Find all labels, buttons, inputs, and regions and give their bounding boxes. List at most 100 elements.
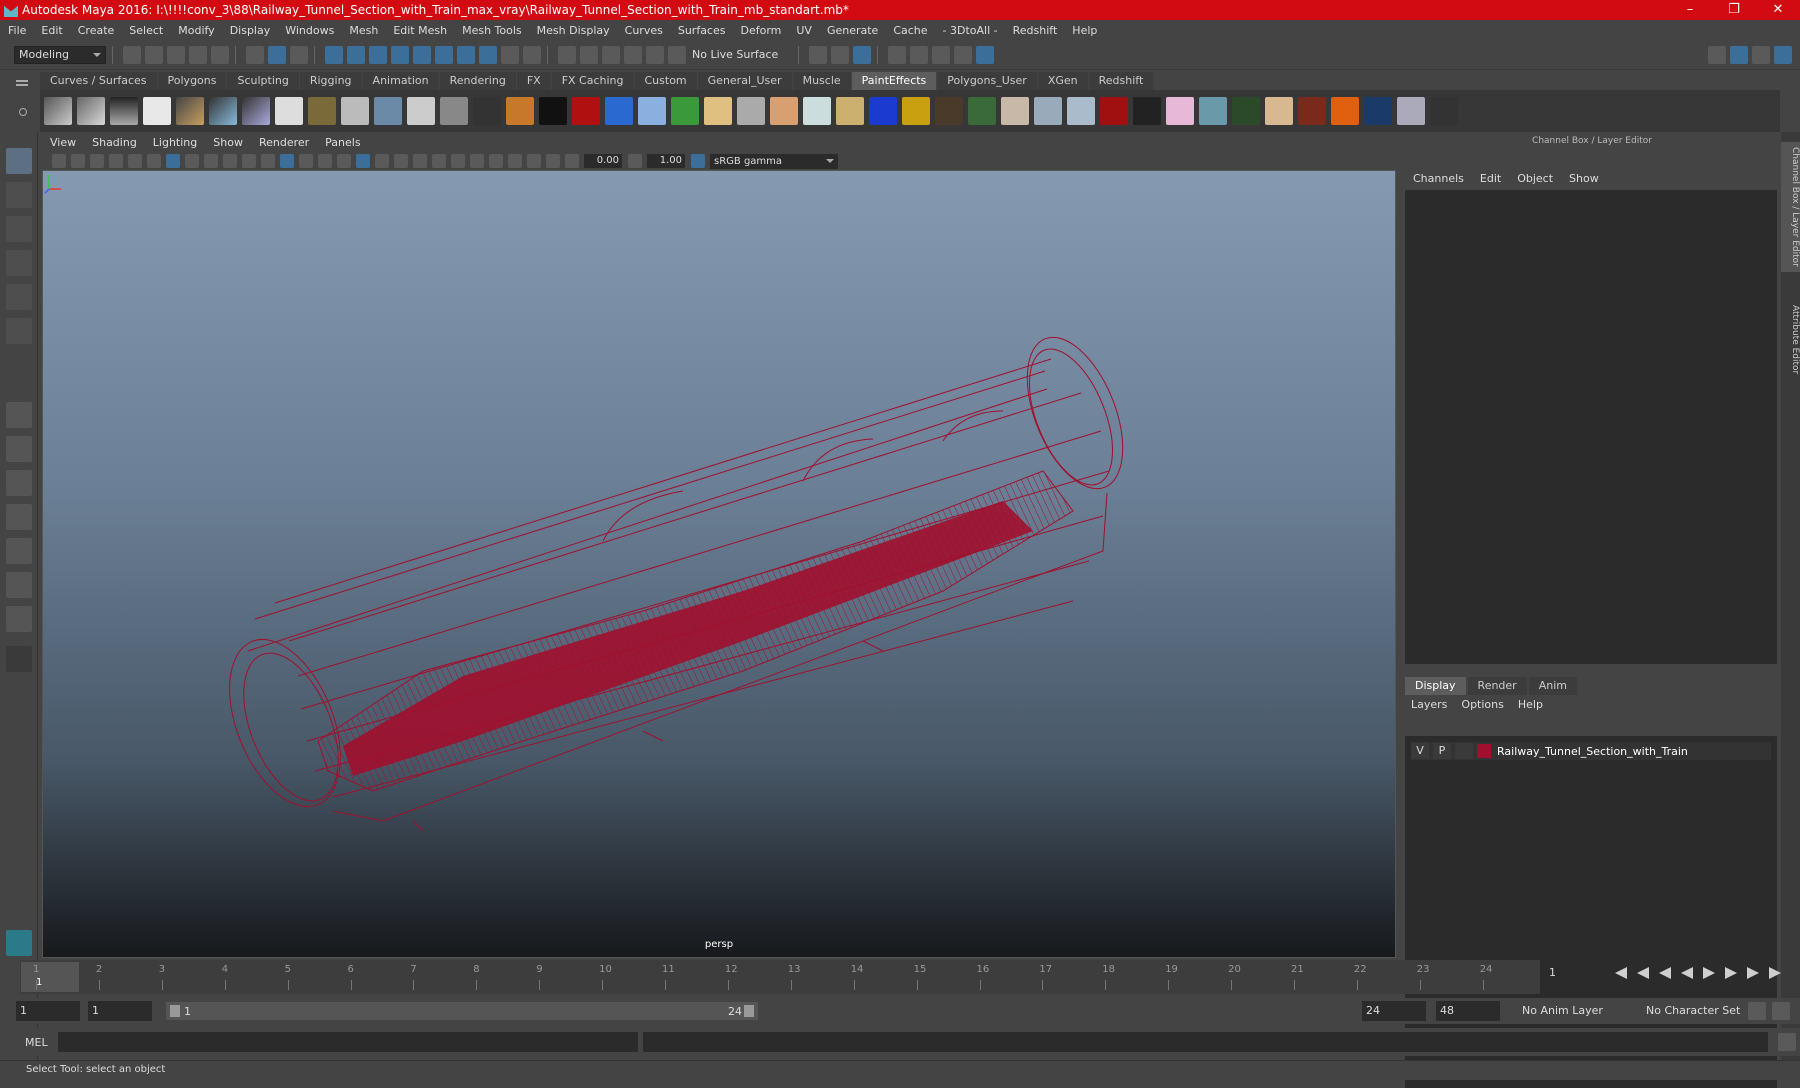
input-ops-icon[interactable] — [809, 45, 827, 64]
menu-select[interactable]: Select — [129, 24, 163, 37]
play-forward-icon[interactable] — [1703, 967, 1715, 979]
brush-leaf-red-icon[interactable] — [1100, 97, 1128, 125]
vp-menu-renderer[interactable]: Renderer — [259, 136, 309, 149]
anim-prefs-icon[interactable] — [1772, 1002, 1790, 1020]
shelf-options[interactable] — [0, 70, 40, 132]
tab-render[interactable]: Render — [1467, 677, 1527, 695]
lock-icon[interactable] — [501, 45, 519, 64]
layout-menu-icon[interactable] — [6, 646, 32, 672]
brush-grass-icon[interactable] — [968, 97, 996, 125]
xray-components-icon[interactable] — [546, 154, 560, 168]
motion-blur-icon[interactable] — [432, 154, 446, 168]
output-ops-icon[interactable] — [831, 45, 849, 64]
shadows-icon[interactable] — [394, 154, 408, 168]
menu-cache[interactable]: Cache — [893, 24, 927, 37]
snap-grid-icon[interactable] — [558, 45, 576, 64]
vp-menu-panels[interactable]: Panels — [325, 136, 360, 149]
save-scene-icon[interactable] — [167, 45, 185, 64]
cb-menu-edit[interactable]: Edit — [1480, 172, 1501, 188]
range-end-handle[interactable] — [744, 1005, 754, 1017]
go-to-start-icon[interactable] — [1615, 967, 1627, 979]
view-transform-select[interactable]: sRGB gamma — [710, 153, 838, 169]
color-management-icon[interactable] — [691, 154, 705, 168]
script-language-label[interactable]: MEL — [25, 1036, 48, 1049]
hypershade-icon[interactable] — [976, 45, 994, 64]
field-chart-icon[interactable] — [242, 154, 256, 168]
brush-plant-icon[interactable] — [1232, 97, 1260, 125]
le-menu-layers[interactable]: Layers — [1411, 698, 1447, 711]
tab-rendering[interactable]: Rendering — [439, 72, 516, 90]
resolution-gate-icon[interactable] — [204, 154, 218, 168]
character-set-select[interactable]: No Character Set — [1642, 1001, 1742, 1021]
select-object-icon[interactable] — [268, 45, 286, 64]
menu-3dtoall[interactable]: - 3DtoAll - — [943, 24, 998, 37]
construction-history-icon[interactable] — [853, 45, 871, 64]
wireframe-on-shaded-icon[interactable] — [337, 154, 351, 168]
select-by-misc-icon[interactable] — [479, 45, 497, 64]
current-frame-marker[interactable] — [21, 962, 79, 992]
range-slider[interactable]: 1 24 — [166, 1002, 758, 1020]
brush-fire-icon[interactable] — [1331, 97, 1359, 125]
dope-sheet-layout-icon[interactable] — [6, 606, 32, 632]
menu-mesh[interactable]: Mesh — [349, 24, 378, 37]
ipr-render-icon[interactable] — [932, 45, 950, 64]
camera-attributes-icon[interactable] — [71, 154, 85, 168]
workspace-toggle-3-icon[interactable] — [1752, 45, 1770, 64]
brush-dots-icon[interactable] — [341, 97, 369, 125]
render-frame-icon[interactable] — [910, 45, 928, 64]
layer-color-swatch[interactable] — [1477, 744, 1491, 758]
layer-visibility-toggle[interactable]: V — [1411, 743, 1429, 759]
scale-tool-icon[interactable] — [6, 318, 32, 344]
xray-joints-icon[interactable] — [527, 154, 541, 168]
grid-icon[interactable] — [166, 154, 180, 168]
tab-fx-caching[interactable]: FX Caching — [551, 72, 634, 90]
select-by-dynamic-icon[interactable] — [435, 45, 453, 64]
film-gate-icon[interactable] — [185, 154, 199, 168]
time-slider[interactable]: 1 1 2 3 4 5 6 7 8 9 10 11 12 13 14 15 16 17 18 19 20 21 22 23 2… — [20, 960, 1540, 994]
brush-branch-icon[interactable] — [1067, 97, 1095, 125]
select-tool-icon[interactable] — [6, 148, 32, 174]
tab-sculpting[interactable]: Sculpting — [227, 72, 299, 90]
range-start-handle[interactable] — [170, 1005, 180, 1017]
graph-layout-icon[interactable] — [6, 504, 32, 530]
restore-icon[interactable]: ❐ — [1712, 0, 1756, 20]
brush-rock-icon[interactable] — [1298, 97, 1326, 125]
isolate-select-icon[interactable] — [489, 154, 503, 168]
anti-aliasing-icon[interactable] — [451, 154, 465, 168]
snap-view-plane-icon[interactable] — [624, 45, 642, 64]
exposure-icon[interactable] — [565, 154, 579, 168]
tab-polygons[interactable]: Polygons — [157, 72, 227, 90]
menu-mesh-display[interactable]: Mesh Display — [537, 24, 610, 37]
ambient-occlusion-icon[interactable] — [413, 154, 427, 168]
brush-splat-icon[interactable] — [539, 97, 567, 125]
side-tab-channel-box[interactable]: Channel Box / Layer Editor — [1781, 142, 1800, 272]
select-by-curve-icon[interactable] — [369, 45, 387, 64]
lasso-tool-icon[interactable] — [6, 182, 32, 208]
menu-display[interactable]: Display — [230, 24, 271, 37]
brush-ice-icon[interactable] — [1034, 97, 1062, 125]
brush-water-icon[interactable] — [605, 97, 633, 125]
use-lights-icon[interactable] — [375, 154, 389, 168]
cb-menu-object[interactable]: Object — [1517, 172, 1553, 188]
mode-select[interactable]: Modeling — [14, 45, 106, 64]
tab-xgen[interactable]: XGen — [1037, 72, 1088, 90]
wireframe-icon[interactable] — [280, 154, 294, 168]
tab-display[interactable]: Display — [1405, 677, 1466, 695]
select-by-render-icon[interactable] — [457, 45, 475, 64]
menu-create[interactable]: Create — [78, 24, 115, 37]
brush-red-icon[interactable] — [572, 97, 600, 125]
select-by-deformer-icon[interactable] — [413, 45, 431, 64]
brush-blue-icon[interactable] — [209, 97, 237, 125]
tab-muscle[interactable]: Muscle — [792, 72, 851, 90]
le-menu-help[interactable]: Help — [1518, 698, 1543, 711]
select-by-handle-icon[interactable] — [325, 45, 343, 64]
workspace-toggle-1-icon[interactable] — [1708, 45, 1726, 64]
paint-bucket-icon[interactable] — [110, 97, 138, 125]
brush-stripes-icon[interactable] — [704, 97, 732, 125]
gate-mask-icon[interactable] — [223, 154, 237, 168]
render-view-icon[interactable] — [888, 45, 906, 64]
single-view-layout-icon[interactable] — [6, 402, 32, 428]
gamma-icon[interactable] — [628, 154, 642, 168]
end-time-field[interactable]: 48 — [1436, 1001, 1500, 1021]
shelf-menu-icon[interactable] — [16, 80, 28, 82]
